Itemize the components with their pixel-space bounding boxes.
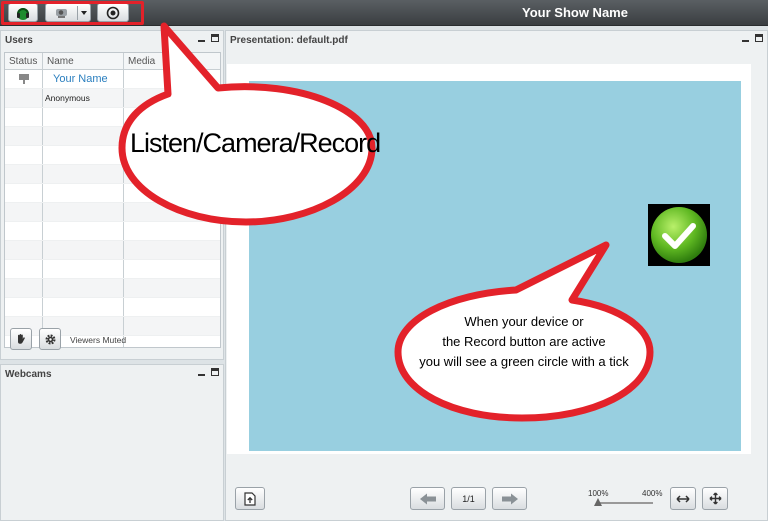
webcams-panel: Webcams — [0, 364, 224, 521]
speaker-icon[interactable] — [167, 74, 177, 84]
column-header-media[interactable]: Media — [124, 53, 220, 69]
maximize-icon[interactable] — [755, 34, 763, 42]
settings-button[interactable] — [39, 328, 61, 350]
user-name: Your Name — [53, 73, 108, 85]
table-row — [5, 260, 220, 279]
column-header-name[interactable]: Name — [43, 53, 124, 69]
viewers-muted-label: Viewers Muted — [70, 335, 127, 345]
users-panel: Users Status Name Media Your Name Anonym… — [0, 30, 224, 360]
speaker-icon[interactable] — [167, 93, 177, 103]
table-row — [5, 184, 220, 203]
column-header-status[interactable]: Status — [5, 53, 43, 69]
callout-bottom-text: When your device or the Record button ar… — [404, 312, 644, 372]
users-panel-title: Users — [5, 35, 33, 46]
zoom-slider-track[interactable] — [597, 502, 653, 504]
minimize-icon[interactable] — [742, 34, 749, 42]
toolbar-highlight — [1, 1, 144, 25]
callout-bottom-line: you will see a green circle with a tick — [419, 354, 629, 369]
table-row — [5, 279, 220, 298]
table-row — [5, 203, 220, 222]
user-name: Anonymous — [45, 93, 90, 103]
table-row — [5, 222, 220, 241]
zoom-max-label: 400% — [642, 489, 663, 498]
green-tick-icon — [651, 207, 707, 263]
minimize-icon[interactable] — [198, 34, 205, 42]
zoom-min-label: 100% — [588, 489, 609, 498]
fit-width-icon — [676, 494, 690, 503]
callout-bottom-line: When your device or — [464, 314, 584, 329]
show-name: Your Show Name — [522, 5, 628, 20]
page-indicator[interactable]: 1/1 — [451, 487, 486, 510]
presentation-title: Presentation: default.pdf — [230, 35, 348, 46]
minimize-icon[interactable] — [198, 368, 205, 376]
table-row — [5, 165, 220, 184]
table-body: Your Name Anonymous — [5, 70, 220, 347]
upload-document-icon — [244, 491, 256, 506]
prev-page-button[interactable] — [410, 487, 445, 510]
move-button[interactable] — [702, 487, 728, 510]
arrow-right-icon — [501, 493, 518, 504]
webcams-panel-title: Webcams — [5, 369, 52, 380]
users-table: Status Name Media Your Name Anonymous — [4, 52, 221, 348]
next-page-button[interactable] — [492, 487, 527, 510]
table-row — [5, 108, 220, 127]
callout-top-text: Listen/Camera/Record — [130, 128, 381, 158]
zoom-slider-thumb[interactable] — [594, 498, 602, 506]
maximize-icon[interactable] — [211, 368, 219, 376]
move-icon — [708, 492, 722, 505]
table-header: Status Name Media — [5, 53, 220, 70]
table-row — [5, 317, 220, 336]
table-row — [5, 241, 220, 260]
table-row[interactable]: Your Name — [5, 70, 220, 89]
callout-bottom-line: the Record button are active — [442, 334, 606, 349]
arrow-left-icon — [419, 493, 436, 504]
maximize-icon[interactable] — [211, 34, 219, 42]
raise-hand-button[interactable] — [10, 328, 32, 350]
presenter-icon — [18, 74, 29, 84]
fit-width-button[interactable] — [670, 487, 696, 510]
upload-button[interactable] — [235, 487, 265, 510]
table-row — [5, 298, 220, 317]
hand-icon — [18, 334, 25, 344]
table-row[interactable]: Anonymous — [5, 89, 220, 108]
gear-icon — [44, 333, 56, 345]
green-tick-badge — [648, 204, 710, 266]
